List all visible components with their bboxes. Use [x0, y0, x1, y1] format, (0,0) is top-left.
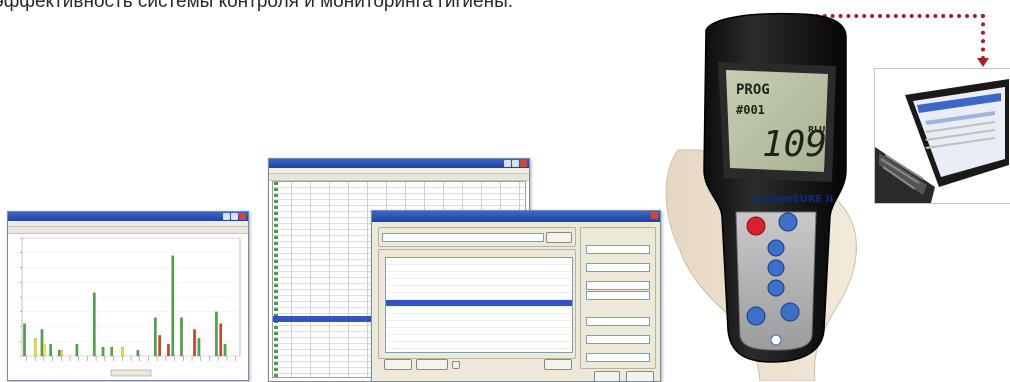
- bar: [167, 344, 170, 357]
- bar: [171, 255, 175, 357]
- list-item[interactable]: [386, 265, 572, 272]
- list-item[interactable]: [386, 328, 572, 335]
- list-item[interactable]: [386, 335, 572, 342]
- table-window-titlebar[interactable]: [269, 159, 529, 168]
- browse-button[interactable]: [546, 232, 572, 243]
- bar: [60, 349, 63, 357]
- row-checkboxes[interactable]: [274, 182, 278, 377]
- list-item[interactable]: [386, 258, 572, 265]
- modify-button[interactable]: [544, 359, 572, 370]
- lcd-unit: RLU: [808, 125, 825, 134]
- bar-chart: [20, 237, 241, 377]
- bar: [193, 329, 196, 357]
- list-item[interactable]: [386, 349, 572, 352]
- list-item-selected[interactable]: [386, 300, 572, 307]
- bar: [136, 349, 140, 357]
- list-item[interactable]: [386, 272, 572, 279]
- maximize-icon[interactable]: [512, 160, 519, 167]
- maximize-icon[interactable]: [231, 213, 238, 220]
- connector-line-right: [981, 14, 985, 60]
- key-button[interactable]: [778, 212, 798, 232]
- minimize-icon[interactable]: [223, 213, 230, 220]
- bar: [215, 311, 218, 357]
- down-button[interactable]: [767, 279, 785, 297]
- close-icon[interactable]: [239, 213, 246, 220]
- bar: [180, 317, 183, 357]
- power-button[interactable]: [746, 216, 766, 236]
- info-button[interactable]: [780, 302, 800, 322]
- print-button[interactable]: [746, 306, 766, 326]
- list-item[interactable]: [386, 321, 572, 328]
- bar: [49, 344, 52, 357]
- analysis-dialog: [371, 210, 661, 382]
- close-icon[interactable]: [520, 160, 527, 167]
- list-item[interactable]: [386, 293, 572, 300]
- dialog-titlebar[interactable]: [372, 211, 660, 222]
- chart-status-box: [110, 369, 152, 377]
- table-toolbar[interactable]: [269, 174, 529, 181]
- move-down-button[interactable]: [416, 359, 448, 370]
- columns-list[interactable]: [385, 257, 573, 353]
- bar: [58, 349, 61, 357]
- luminometer-device: PROG #001 109 RLU systemSURE II: [665, 12, 857, 381]
- bar: [101, 347, 105, 357]
- lcd-mode: PROG: [736, 82, 770, 98]
- logo-icon: [770, 334, 782, 346]
- up-button[interactable]: [767, 239, 785, 257]
- bar: [75, 344, 79, 357]
- bar: [158, 335, 161, 357]
- minimize-icon[interactable]: [504, 160, 511, 167]
- list-item[interactable]: [386, 307, 572, 314]
- apply-checkbox[interactable]: [452, 361, 460, 369]
- list-item[interactable]: [386, 342, 572, 349]
- bar: [197, 338, 201, 357]
- chart-window: [7, 211, 249, 381]
- bar: [92, 292, 96, 357]
- bar: [42, 344, 46, 357]
- bar: [23, 323, 26, 357]
- move-up-button[interactable]: [384, 359, 412, 370]
- bar: [223, 344, 227, 357]
- laptop-photo: [874, 68, 1010, 204]
- list-item[interactable]: [386, 286, 572, 293]
- list-item[interactable]: [386, 279, 572, 286]
- analysis-name-input[interactable]: [382, 233, 544, 242]
- device-brand: systemSURE II: [752, 194, 833, 205]
- chart-window-titlebar[interactable]: [8, 212, 248, 221]
- bar: [219, 323, 223, 357]
- bar: [40, 329, 44, 357]
- bar: [34, 338, 37, 357]
- bar: [110, 347, 114, 357]
- bar: [154, 317, 157, 357]
- ok-button-device[interactable]: [767, 259, 785, 277]
- bar: [121, 347, 124, 357]
- laptop-illustration: [875, 69, 1010, 203]
- connector-arrow-icon: [977, 58, 989, 67]
- ok-button[interactable]: [594, 371, 620, 381]
- headline: эффективность системы контроля и монитор…: [0, 0, 514, 12]
- lcd-record-number: #001: [736, 103, 765, 117]
- list-item[interactable]: [386, 314, 572, 321]
